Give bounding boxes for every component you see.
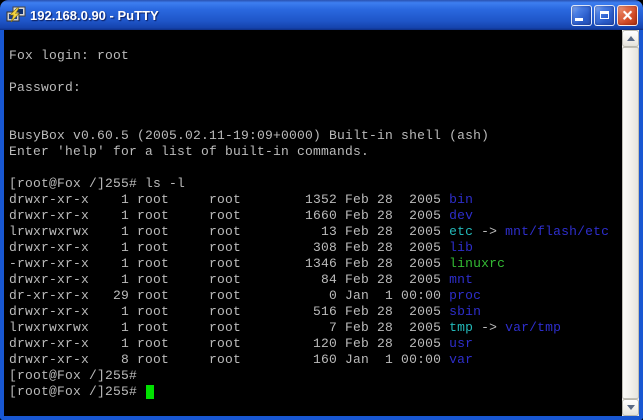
terminal-row: [root@Fox /]255# ls -l [9, 176, 622, 192]
terminal-row: -rwxr-xr-x 1 root root 1346 Feb 28 2005 … [9, 256, 622, 272]
terminal-row: BusyBox v0.60.5 (2005.02.11-19:09+0000) … [9, 128, 622, 144]
terminal-row: [root@Fox /]255# [9, 368, 622, 384]
terminal-text: var [449, 352, 473, 367]
terminal-text: lib [449, 240, 473, 255]
close-button[interactable]: × [617, 5, 638, 26]
terminal-row [9, 160, 622, 176]
putty-app-icon [6, 6, 26, 24]
terminal-row: drwxr-xr-x 1 root root 84 Feb 28 2005 mn… [9, 272, 622, 288]
close-icon: × [621, 8, 634, 23]
terminal-row: Fox login: root [9, 48, 622, 64]
terminal-text: lrwxrwxrwx 1 root root 7 Feb 28 2005 [9, 320, 449, 335]
terminal-row: drwxr-xr-x 8 root root 160 Jan 1 00:00 v… [9, 352, 622, 368]
terminal-text: drwxr-xr-x 1 root root 1352 Feb 28 2005 [9, 192, 449, 207]
terminal-text: sbin [449, 304, 481, 319]
maximize-icon [600, 11, 609, 19]
terminal-text: mnt/flash/etc [505, 224, 609, 239]
title-bar[interactable]: 192.168.0.90 - PuTTY × [0, 0, 643, 30]
terminal-row: drwxr-xr-x 1 root root 120 Feb 28 2005 u… [9, 336, 622, 352]
terminal-row: drwxr-xr-x 1 root root 1660 Feb 28 2005 … [9, 208, 622, 224]
terminal-text: -> [473, 320, 505, 335]
terminal-text: mnt [449, 272, 473, 287]
minimize-button[interactable] [571, 5, 592, 26]
terminal-text: dr-xr-xr-x 29 root root 0 Jan 1 00:00 [9, 288, 449, 303]
terminal-text: -rwxr-xr-x 1 root root 1346 Feb 28 2005 [9, 256, 449, 271]
terminal-text: drwxr-xr-x 1 root root 1660 Feb 28 2005 [9, 208, 449, 223]
scroll-down-button[interactable] [622, 399, 639, 416]
terminal-row: drwxr-xr-x 1 root root 1352 Feb 28 2005 … [9, 192, 622, 208]
terminal-row [9, 32, 622, 48]
scrollbar-thumb[interactable] [622, 47, 639, 399]
terminal-row: Enter 'help' for a list of built-in comm… [9, 144, 622, 160]
terminal-row [9, 112, 622, 128]
terminal-row: dr-xr-xr-x 29 root root 0 Jan 1 00:00 pr… [9, 288, 622, 304]
terminal-text: [root@Fox /]255# [9, 368, 137, 383]
terminal-text: Password: [9, 80, 81, 95]
terminal-row: lrwxrwxrwx 1 root root 13 Feb 28 2005 et… [9, 224, 622, 240]
terminal-text: drwxr-xr-x 1 root root 516 Feb 28 2005 [9, 304, 449, 319]
terminal-text: etc [449, 224, 473, 239]
terminal-text: proc [449, 288, 481, 303]
terminal-text: usr [449, 336, 473, 351]
terminal-text: BusyBox v0.60.5 (2005.02.11-19:09+0000) … [9, 128, 489, 143]
scroll-up-icon [627, 36, 635, 41]
terminal-row [9, 64, 622, 80]
terminal-text: linuxrc [449, 256, 505, 271]
scroll-up-button[interactable] [622, 30, 639, 47]
terminal-row: lrwxrwxrwx 1 root root 7 Feb 28 2005 tmp… [9, 320, 622, 336]
terminal-text: Fox login: root [9, 48, 129, 63]
putty-window: 192.168.0.90 - PuTTY × Fox login: root Pa… [0, 0, 643, 420]
terminal-text: -> [473, 224, 505, 239]
terminal-row: Password: [9, 80, 622, 96]
terminal-text: var/tmp [505, 320, 561, 335]
terminal-text: [root@Fox /]255# ls -l [9, 176, 185, 191]
window-title: 192.168.0.90 - PuTTY [30, 8, 571, 23]
terminal-text: [root@Fox /]255# [9, 384, 145, 399]
terminal-row: drwxr-xr-x 1 root root 516 Feb 28 2005 s… [9, 304, 622, 320]
terminal-text: Enter 'help' for a list of built-in comm… [9, 144, 369, 159]
window-controls: × [571, 5, 638, 26]
terminal-screen[interactable]: Fox login: root Password: BusyBox v0.60.5 … [4, 30, 622, 416]
terminal-row: [root@Fox /]255# [9, 384, 622, 400]
terminal-text: drwxr-xr-x 1 root root 120 Feb 28 2005 [9, 336, 449, 351]
scroll-down-icon [627, 405, 635, 410]
terminal-text: tmp [449, 320, 473, 335]
terminal-text: drwxr-xr-x 1 root root 84 Feb 28 2005 [9, 272, 449, 287]
terminal-text: lrwxrwxrwx 1 root root 13 Feb 28 2005 [9, 224, 449, 239]
window-body: Fox login: root Password: BusyBox v0.60.5 … [0, 30, 643, 420]
maximize-button[interactable] [594, 5, 615, 26]
vertical-scrollbar[interactable] [622, 30, 639, 416]
terminal-text: drwxr-xr-x 8 root root 160 Jan 1 00:00 [9, 352, 449, 367]
terminal-text: dev [449, 208, 473, 223]
terminal-text: bin [449, 192, 473, 207]
terminal-row [9, 96, 622, 112]
minimize-icon [575, 18, 583, 21]
terminal-row: drwxr-xr-x 1 root root 308 Feb 28 2005 l… [9, 240, 622, 256]
terminal-cursor [146, 385, 154, 399]
terminal-text: drwxr-xr-x 1 root root 308 Feb 28 2005 [9, 240, 449, 255]
